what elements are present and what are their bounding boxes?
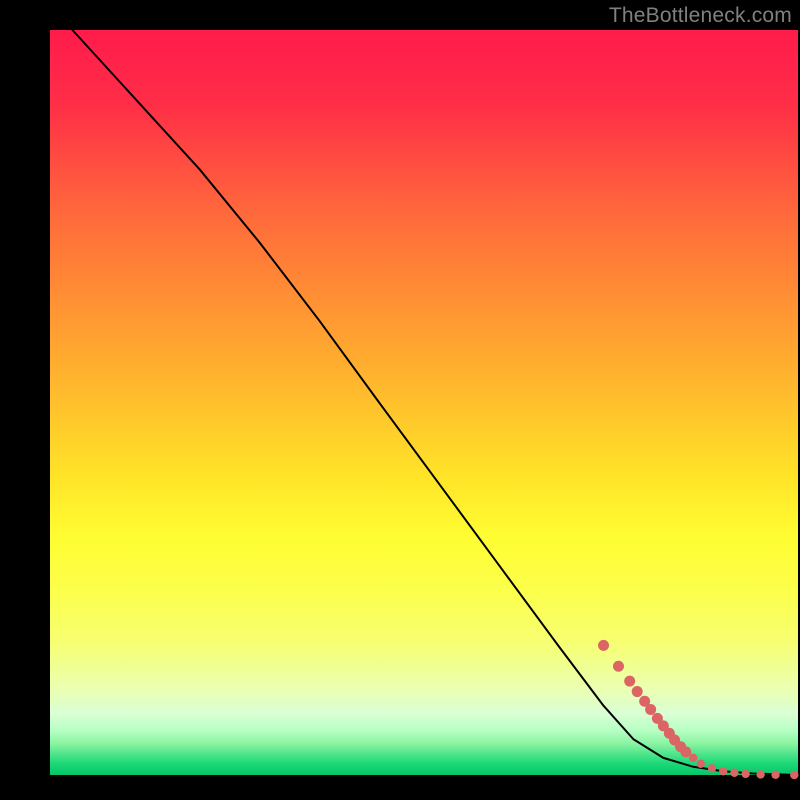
scatter-point — [730, 769, 738, 777]
scatter-point — [790, 771, 798, 779]
scatter-point — [680, 746, 691, 757]
scatter-point — [689, 754, 697, 762]
chart-stage: TheBottleneck.com — [0, 0, 800, 800]
scatter-point — [632, 686, 643, 697]
scatter-point — [741, 770, 749, 778]
scatter-point — [624, 676, 635, 687]
scatter-point — [645, 704, 656, 715]
scatter-point — [719, 767, 727, 775]
chart-svg — [0, 0, 800, 800]
scatter-point — [598, 640, 609, 651]
scatter-point — [771, 771, 779, 779]
scatter-point — [613, 661, 624, 672]
plot-background — [50, 30, 798, 775]
scatter-point — [756, 770, 764, 778]
scatter-point — [708, 764, 716, 772]
scatter-point — [697, 760, 705, 768]
